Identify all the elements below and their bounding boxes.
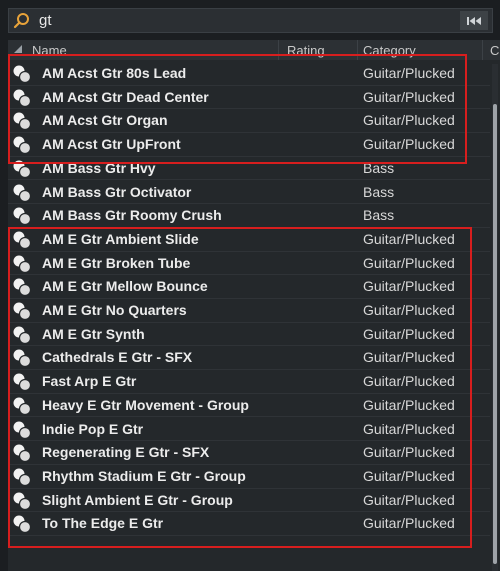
search-bar[interactable]: gt xyxy=(8,8,493,33)
preset-name: AM Bass Gtr Octivator xyxy=(42,183,192,200)
highlight-box-electric xyxy=(8,227,472,548)
search-input[interactable]: gt xyxy=(39,12,52,29)
scrollbar-thumb[interactable] xyxy=(493,104,497,564)
highlight-box-acoustic xyxy=(8,54,467,164)
preset-category: Bass xyxy=(363,183,395,200)
search-icon xyxy=(13,13,29,29)
table-row[interactable]: AM Bass Gtr Octivator Bass xyxy=(8,181,490,205)
table-row[interactable]: AM Bass Gtr Roomy Crush Bass xyxy=(8,204,490,228)
preset-icon xyxy=(13,184,32,202)
preset-name: AM Bass Gtr Roomy Crush xyxy=(42,207,222,224)
skip-back-icon xyxy=(467,16,481,25)
sort-corner-icon xyxy=(14,45,22,53)
preset-icon xyxy=(13,207,32,226)
vertical-scrollbar[interactable] xyxy=(492,64,498,571)
go-to-start-button[interactable] xyxy=(460,11,488,30)
column-header-extra[interactable]: C xyxy=(486,40,500,60)
preset-category: Bass xyxy=(363,207,395,224)
